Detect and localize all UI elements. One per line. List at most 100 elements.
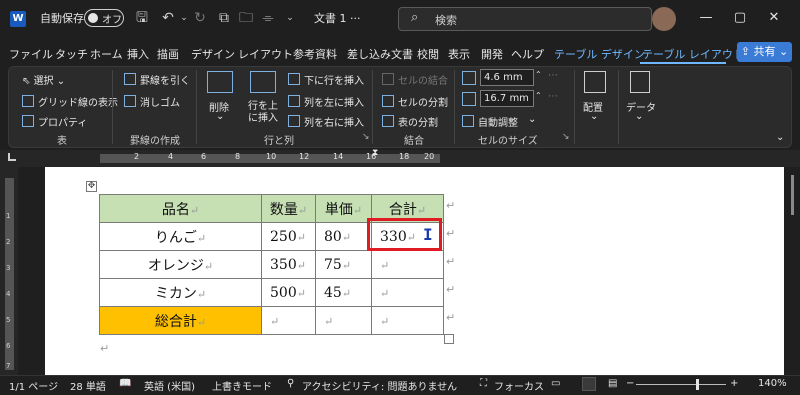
save-icon[interactable]: 🖫 — [134, 9, 150, 27]
rows-columns-launcher-icon[interactable]: ↘ — [362, 132, 370, 142]
row-height-input[interactable]: 4.6 mm — [480, 69, 534, 86]
web-layout-icon[interactable]: ▤ — [608, 378, 617, 389]
language[interactable]: 英語 (米国) — [144, 378, 195, 393]
table-cell[interactable]: ↵ — [371, 278, 444, 307]
tab-mailings[interactable]: 差し込み文書 — [347, 46, 413, 62]
document-table[interactable]: 品名↵ 数量↵ 単価↵ 合計↵ りんご↵ 250↵ 80↵ 330↵ オレンジ↵… — [99, 194, 444, 335]
overtype-mode[interactable]: 上書きモード — [212, 378, 272, 393]
table-cell[interactable]: 80↵ — [315, 222, 372, 251]
table-cell[interactable]: オレンジ↵ — [99, 250, 262, 279]
paragraph-mark: ↵ — [100, 342, 110, 355]
tab-design[interactable]: デザイン — [191, 46, 235, 62]
tab-references[interactable]: 参考資料 — [293, 46, 337, 62]
indent-marker-icon[interactable]: ⧗ — [372, 148, 378, 158]
focus-button[interactable]: フォーカス — [494, 378, 544, 393]
tab-draw[interactable]: 描画 — [157, 46, 179, 62]
text-cursor-icon: I — [423, 225, 433, 244]
ruler-number: 4 — [168, 152, 174, 161]
open-folder-icon[interactable]: 🗀 — [238, 9, 254, 27]
table-cell[interactable]: ↵ — [371, 306, 444, 335]
customize-toolbar-icon[interactable]: ⌄ — [282, 9, 298, 27]
word-app-icon: W — [10, 11, 26, 27]
table-cell[interactable]: 250↵ — [261, 222, 316, 251]
table-move-handle-icon[interactable]: ✥ — [86, 181, 97, 192]
redo-icon[interactable]: ↻ — [192, 9, 208, 27]
tab-layout[interactable]: レイアウト — [238, 46, 293, 62]
proofing-icon[interactable]: 📖 — [119, 378, 131, 389]
ribbon-separator — [574, 70, 575, 144]
vruler-number: 2 — [6, 238, 11, 246]
zoom-level[interactable]: 140% — [758, 378, 787, 389]
cell-size-launcher-icon[interactable]: ↘ — [562, 132, 570, 142]
column-width-input[interactable]: 16.7 mm — [480, 90, 534, 107]
close-icon[interactable]: ✕ — [764, 8, 784, 28]
tab-touch[interactable]: タッチ — [55, 46, 88, 62]
table-cell[interactable]: ミカン↵ — [99, 278, 262, 307]
total-label-cell[interactable]: 総合計↵ — [99, 306, 262, 335]
row-end-mark: ↵ — [446, 199, 456, 212]
undo-icon[interactable]: ↶ — [160, 9, 176, 27]
maximize-icon[interactable]: ▢ — [730, 8, 750, 28]
insert-above-button[interactable]: 行を上 に挿入 — [246, 71, 280, 127]
read-mode-icon[interactable]: ▭ — [551, 378, 560, 389]
share-button[interactable]: ⇪ 共有 ⌄ — [737, 42, 792, 62]
tab-help[interactable]: ヘルプ — [511, 46, 544, 62]
undo-dropdown-icon[interactable]: ⌄ — [176, 9, 192, 27]
ribbon-separator — [372, 70, 373, 144]
tab-file[interactable]: ファイル — [9, 46, 53, 62]
zoom-slider-thumb[interactable] — [696, 379, 699, 390]
table-cell[interactable]: ↵ — [261, 306, 316, 335]
distribute-rows-icon[interactable]: ⋯ — [548, 70, 558, 81]
zoom-out-button[interactable]: − — [626, 378, 634, 389]
column-width-spinner-icon[interactable]: ⌃ — [535, 91, 542, 100]
zoom-slider[interactable] — [636, 384, 726, 385]
header-cell[interactable]: 単価↵ — [315, 194, 372, 223]
split-cells-icon — [382, 95, 394, 107]
collapse-ribbon-icon[interactable]: ⌄ — [776, 132, 784, 143]
user-avatar[interactable] — [652, 7, 676, 31]
delete-button[interactable]: 削除 ⌄ — [204, 71, 236, 127]
new-document-icon[interactable]: ⧉ — [216, 9, 232, 27]
header-cell[interactable]: 数量↵ — [261, 194, 316, 223]
minimize-icon[interactable]: — — [696, 8, 716, 28]
table-cell[interactable]: 75↵ — [315, 250, 372, 279]
table-cell[interactable]: りんご↵ — [99, 222, 262, 251]
row-height-spinner-icon[interactable]: ⌃ — [535, 70, 542, 79]
tab-view[interactable]: 表示 — [448, 46, 470, 62]
email-icon[interactable]: ⌯ — [260, 9, 276, 27]
vruler-number: 1 — [6, 212, 11, 220]
draw-table-icon — [124, 73, 136, 85]
tab-insert[interactable]: 挿入 — [127, 46, 149, 62]
tab-table-layout[interactable]: テーブル レイアウト — [642, 46, 744, 62]
accessibility-status[interactable]: アクセシビリティ: 問題ありません — [302, 378, 457, 393]
alignment-button[interactable]: 配置 ⌄ — [580, 71, 612, 122]
table-cell[interactable]: ↵ — [315, 306, 372, 335]
ruler-number: 20 — [424, 152, 435, 161]
tab-home[interactable]: ホーム — [90, 46, 123, 62]
tab-selector-icon[interactable] — [8, 153, 16, 161]
autosave-toggle[interactable]: オフ — [84, 9, 124, 27]
focus-icon[interactable]: ⛶ — [480, 378, 487, 389]
print-layout-icon[interactable] — [582, 377, 596, 391]
search-box[interactable]: ⌕ 検索 — [398, 7, 652, 31]
table-cell[interactable]: 350↵ — [261, 250, 316, 279]
table-cell[interactable]: 500↵ — [261, 278, 316, 307]
tab-developer[interactable]: 開発 — [481, 46, 503, 62]
vruler-number: 7 — [6, 362, 11, 370]
tab-review[interactable]: 校閲 — [417, 46, 439, 62]
table-cell[interactable]: ↵ — [371, 250, 444, 279]
zoom-in-button[interactable]: + — [730, 378, 738, 389]
select-button[interactable]: ⇖ 選択 ⌄ — [22, 72, 65, 87]
tab-table-design[interactable]: テーブル デザイン — [554, 46, 645, 62]
table-cell[interactable]: 45↵ — [315, 278, 372, 307]
distribute-columns-icon[interactable]: ⋯ — [548, 91, 558, 102]
table-resize-handle-icon[interactable] — [444, 334, 454, 344]
scrollbar-thumb[interactable] — [791, 175, 794, 215]
page-count[interactable]: 1/1 ページ — [9, 378, 58, 393]
word-count[interactable]: 28 単語 — [70, 378, 106, 393]
ruler-number: 12 — [299, 152, 310, 161]
group-label-draw: 罫線の作成 — [130, 136, 180, 147]
data-button[interactable]: データ ⌄ — [624, 71, 658, 122]
accessibility-icon[interactable]: ⚲ — [287, 378, 294, 389]
header-cell[interactable]: 品名↵ — [99, 194, 262, 223]
